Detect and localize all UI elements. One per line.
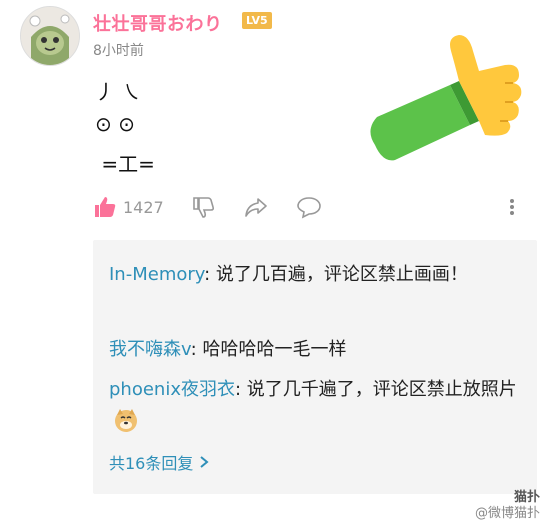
thumbs-up-icon xyxy=(95,197,116,217)
comment-icon xyxy=(297,197,321,219)
like-count: 1427 xyxy=(123,197,164,217)
share-button[interactable] xyxy=(243,190,269,224)
post-text-line-1: 丿 ㇏ xyxy=(95,80,142,104)
thumbs-up-emoji-icon xyxy=(355,25,535,175)
post-text-line-2: ⊙ ⊙ xyxy=(95,112,135,136)
reply-text: 说了几千遍了，评论区禁止放照片 xyxy=(246,379,517,400)
reply-author[interactable]: phoenix夜羽衣 xyxy=(109,379,235,400)
comment-button[interactable] xyxy=(296,190,322,224)
watermark-brand: 猫扑 xyxy=(513,490,540,505)
reply-text: 说了几百遍，评论区禁止画画！ xyxy=(215,264,468,285)
reply-author[interactable]: In-Memory xyxy=(109,264,204,285)
thumbs-down-icon xyxy=(193,197,215,218)
reply-author[interactable]: 我不嗨森v xyxy=(109,339,191,360)
avatar[interactable] xyxy=(20,6,80,66)
watermark: 猫扑 @微博猫扑 xyxy=(475,490,540,522)
level-badge: LV5 xyxy=(242,12,272,29)
reply-item[interactable]: phoenix夜羽衣: 说了几千遍了，评论区禁止放照片 xyxy=(109,375,519,435)
like-button[interactable]: 1427 xyxy=(93,190,164,224)
more-vertical-icon xyxy=(510,199,514,215)
username[interactable]: 壮壮哥哥おわり xyxy=(93,10,223,36)
reply-separator: : xyxy=(234,379,247,400)
more-replies-label: 共16条回复 xyxy=(109,454,194,473)
post-text-line-3: =工= xyxy=(95,152,155,176)
reply-separator: : xyxy=(204,264,216,285)
share-icon xyxy=(245,198,267,217)
dislike-button[interactable] xyxy=(191,190,215,224)
more-options-button[interactable] xyxy=(508,190,516,224)
avatar-image xyxy=(21,7,79,65)
view-more-replies-link[interactable]: 共16条回复 xyxy=(109,450,209,474)
watermark-handle: @微博猫扑 xyxy=(474,506,540,521)
replies-panel: In-Memory: 说了几百遍，评论区禁止画画！ 我不嗨森v: 哈哈哈哈一毛一… xyxy=(93,240,537,494)
doge-emoji-icon xyxy=(113,407,139,433)
post-timestamp: 8小时前 xyxy=(93,43,144,59)
reply-text: 哈哈哈哈一毛一样 xyxy=(202,339,347,360)
chevron-right-icon xyxy=(200,456,209,468)
reply-item[interactable]: 我不嗨森v: 哈哈哈哈一毛一样 xyxy=(109,335,519,365)
reply-separator: : xyxy=(190,339,203,360)
action-bar: 1427 xyxy=(93,190,533,224)
reply-item[interactable]: In-Memory: 说了几百遍，评论区禁止画画！ xyxy=(109,260,519,290)
